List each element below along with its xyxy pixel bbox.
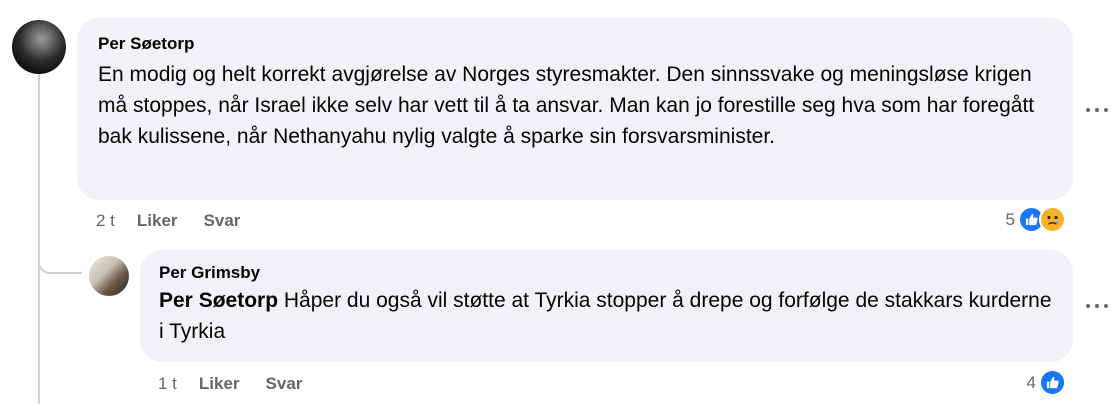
more-options-icon[interactable] [1086,106,1108,114]
reaction-count: 4 [1026,372,1036,392]
like-button[interactable]: Liker [137,211,178,231]
mention-link[interactable]: Per Søetorp [159,289,278,312]
reactions-summary[interactable]: 4 [1027,369,1066,396]
reply-button[interactable]: Svar [204,211,241,231]
reply-connector-line [38,240,82,274]
comment-author-name[interactable]: Per Søetorp [98,34,1053,54]
like-icon [1039,369,1066,396]
thread-line [38,74,40,404]
like-button[interactable]: Liker [199,374,240,394]
reaction-count: 5 [1005,209,1015,229]
more-options-icon[interactable] [1086,302,1108,310]
avatar[interactable] [89,256,129,296]
comment-text: En modig og helt korrekt avgjørelse av N… [98,63,1035,148]
comment-actions: 2 t Liker Svar [96,211,240,231]
reply-timestamp[interactable]: 1 t [158,374,177,394]
reply-button[interactable]: Svar [266,374,303,394]
reply-author-name[interactable]: Per Grimsby [159,263,1055,283]
sad-icon [1039,206,1066,233]
reply-text: Per Søetorp Håper du også vil støtte at … [159,285,1055,347]
reactions-summary[interactable]: 5 [1006,206,1066,233]
reply-text-body: Håper du også vil støtte at Tyrkia stopp… [159,289,1052,343]
comment-thread: Per Søetorp En modig og helt korrekt avg… [0,0,1112,404]
reply-actions: 1 t Liker Svar [158,374,302,394]
reply-bubble: Per Grimsby Per Søetorp Håper du også vi… [140,250,1073,362]
comment-timestamp[interactable]: 2 t [96,211,115,231]
comment-bubble: Per Søetorp En modig og helt korrekt avg… [77,18,1073,200]
avatar[interactable] [12,20,66,74]
